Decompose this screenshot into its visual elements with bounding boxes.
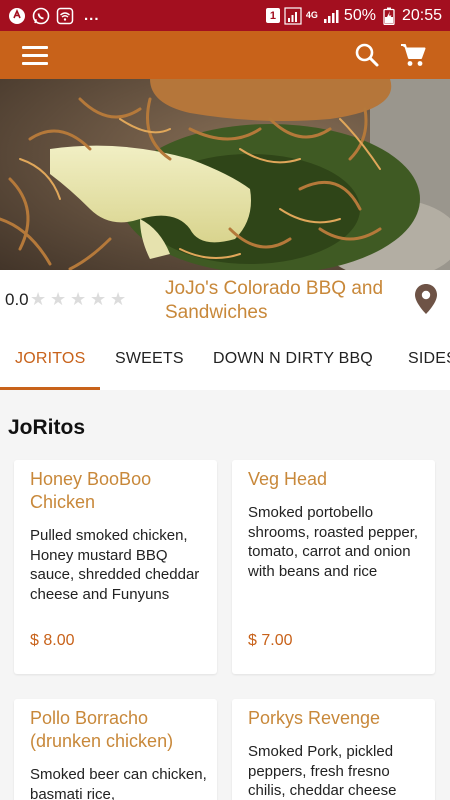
signal-strength-icon xyxy=(284,6,302,25)
tab-joritos[interactable]: JORITOS xyxy=(15,350,85,368)
active-tab-indicator xyxy=(0,387,100,390)
menu-item-description: Smoked beer can chicken, basmati rice, xyxy=(30,766,207,800)
network-type-label: 4G xyxy=(305,10,318,20)
menu-item-description: Smoked portobello shrooms, roasted peppe… xyxy=(248,504,419,580)
system-status: 1 4G 50% 20:55 xyxy=(265,6,442,25)
menu-item-name: Honey BooBoo Chicken xyxy=(30,469,152,512)
menu-item-name: Veg Head xyxy=(248,469,328,489)
rating-value: 0.0 xyxy=(5,290,29,309)
tab-sides[interactable]: SIDES xyxy=(408,350,450,368)
star-icon: ★ xyxy=(110,289,127,309)
notification-icons: ... xyxy=(8,7,100,25)
battery-percentage: 50% xyxy=(343,6,376,24)
star-icon: ★ xyxy=(70,289,87,309)
wifi-box-icon xyxy=(56,7,74,25)
app-bar xyxy=(0,31,450,79)
hamburger-menu-icon[interactable] xyxy=(22,43,52,67)
tab-sweets[interactable]: SWEETS xyxy=(115,350,184,368)
clock: 20:55 xyxy=(401,6,442,24)
menu-item-price: $ 7.00 xyxy=(248,632,293,649)
menu-item-name: Pollo Borracho (drunken chicken) xyxy=(30,708,174,751)
menu-item-name: Porkys Revenge xyxy=(248,708,381,728)
whatsapp-icon xyxy=(32,7,50,25)
status-bar: ... 1 4G 50% 20:55 xyxy=(0,0,450,31)
menu-item-card[interactable]: Honey BooBoo Chicken Pulled smoked chick… xyxy=(14,460,217,674)
more-notifications-indicator: ... xyxy=(84,7,100,24)
map-pin-icon[interactable] xyxy=(413,283,439,315)
battery-charging-icon xyxy=(380,7,398,25)
search-icon[interactable] xyxy=(354,42,380,68)
star-icon: ★ xyxy=(50,289,67,309)
tab-down-n-dirty-bbq[interactable]: DOWN N DIRTY BBQ xyxy=(213,350,373,368)
rating-stars: ★ ★ ★ ★ ★ xyxy=(30,290,129,308)
category-tabs: JORITOS SWEETS DOWN N DIRTY BBQ SIDES xyxy=(0,330,450,390)
star-icon: ★ xyxy=(90,289,107,309)
sim-slot-badge: 1 xyxy=(265,8,280,23)
notification-app-icon xyxy=(8,7,26,25)
menu-item-description: Smoked Pork, pickled peppers, fresh fres… xyxy=(248,743,397,799)
section-title: JoRitos xyxy=(8,416,86,439)
restaurant-hero-image xyxy=(0,79,450,270)
menu-item-price: $ 8.00 xyxy=(30,632,75,649)
restaurant-name: JoJo's Colorado BBQ and Sandwiches xyxy=(165,278,384,323)
star-icon: ★ xyxy=(30,289,47,309)
menu-item-card[interactable]: Porkys Revenge Smoked Pork, pickled pepp… xyxy=(232,699,435,800)
menu-item-card[interactable]: Pollo Borracho (drunken chicken) Smoked … xyxy=(14,699,217,800)
signal-bars-icon xyxy=(322,7,340,25)
shopping-cart-icon[interactable] xyxy=(399,42,427,68)
menu-item-description: Pulled smoked chicken, Honey mustard BBQ… xyxy=(30,527,200,603)
menu-item-card[interactable]: Veg Head Smoked portobello shrooms, roas… xyxy=(232,460,435,674)
